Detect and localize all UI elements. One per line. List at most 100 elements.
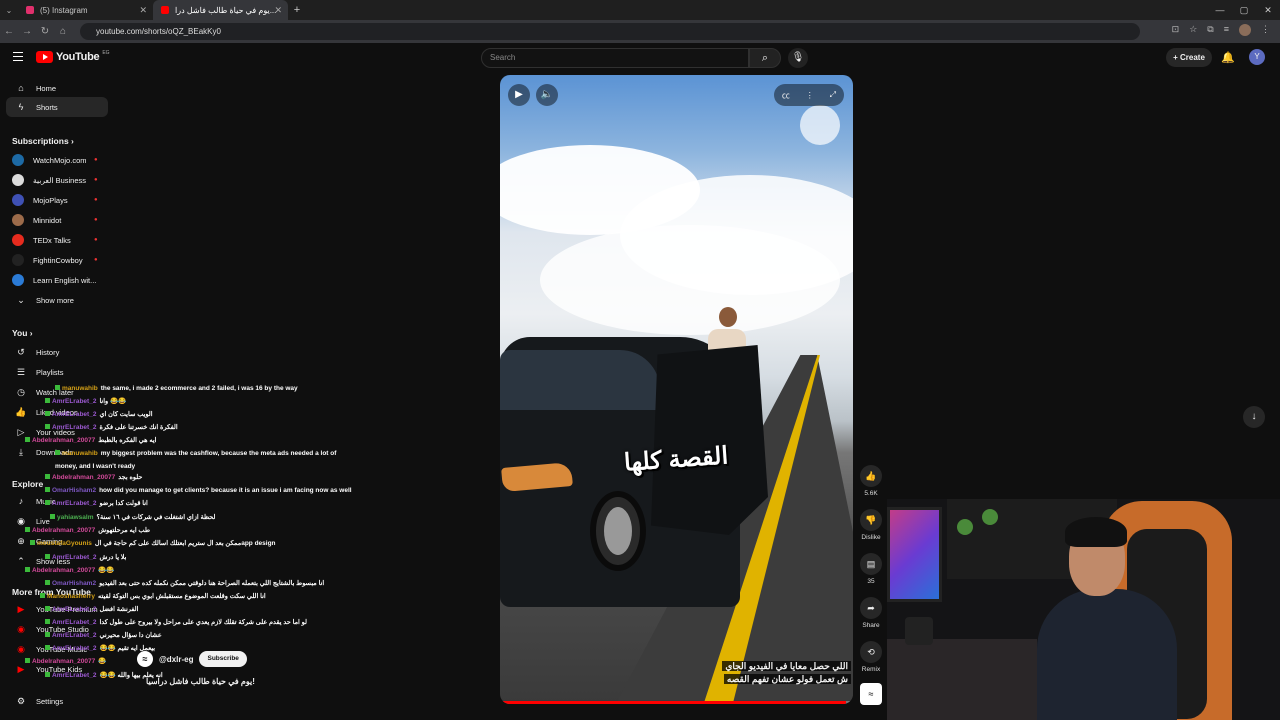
channel-name: Learn English wit...: [33, 275, 97, 285]
browser-right-icons: ⊡ ☆ ⧉ ≡ ⋮: [1172, 24, 1270, 36]
close-window-icon[interactable]: ✕: [1256, 0, 1280, 20]
mod-badge-icon: [45, 645, 50, 650]
chat-message: AmrELrabet_2 عشان دا سؤال محيرني: [45, 629, 162, 642]
minimize-icon[interactable]: —: [1208, 0, 1232, 20]
live-indicator-icon: ●: [94, 217, 98, 223]
sidebar-channel[interactable]: WatchMojo.com ●: [6, 150, 108, 170]
play-icon[interactable]: ▶: [508, 84, 530, 106]
thumbs-up-icon: 👍: [860, 465, 882, 487]
next-short-arrow-icon[interactable]: ↓: [1243, 406, 1265, 428]
channel-avatar: [12, 254, 24, 266]
microphone-icon[interactable]: 🎙: [788, 48, 808, 68]
channel-avatar-icon[interactable]: ≈: [137, 651, 153, 667]
mod-badge-icon: [25, 658, 30, 663]
tab-search-icon[interactable]: ⌄: [0, 6, 18, 15]
install-icon[interactable]: ⊡: [1172, 24, 1180, 36]
close-tab-icon[interactable]: ✕: [139, 5, 147, 16]
channel-avatar: [12, 194, 24, 206]
mod-badge-icon: [50, 514, 55, 519]
channel-avatar: [12, 214, 24, 226]
bookmark-star-icon[interactable]: ☆: [1189, 24, 1197, 36]
channel-thumb-action[interactable]: ≈: [858, 683, 884, 705]
you-title: You: [12, 328, 28, 338]
media-icon[interactable]: ≡: [1224, 24, 1229, 36]
youtube-logo[interactable]: YouTube EG: [36, 50, 110, 63]
dislike-action[interactable]: 👎 Dislike: [858, 509, 884, 541]
mod-badge-icon: [45, 487, 50, 492]
volume-icon[interactable]: 🔈: [536, 84, 558, 106]
you-heading[interactable]: You ›: [12, 328, 33, 338]
sidebar-channel[interactable]: Learn English wit...: [6, 270, 108, 290]
sidebar-channel[interactable]: MojoPlays ●: [6, 190, 108, 210]
channel-name: العربية Business: [33, 175, 87, 185]
menu-dots-icon[interactable]: ⋮: [1261, 24, 1270, 36]
mod-badge-icon: [55, 450, 60, 455]
sidebar-channel[interactable]: TEDx Talks ●: [6, 230, 108, 250]
like-action[interactable]: 👍 5.6K: [858, 465, 884, 497]
captions-icon[interactable]: ㏄: [782, 90, 790, 101]
playlists-icon: ☰: [16, 366, 26, 377]
monitor: [887, 507, 942, 602]
chat-username: AmrELrabet_2: [52, 619, 97, 626]
browser-profile-avatar[interactable]: [1239, 24, 1251, 36]
notifications-bell-icon[interactable]: 🔔: [1221, 51, 1235, 64]
search-icon[interactable]: ⌕: [749, 48, 781, 68]
remix-icon: ⟲: [860, 641, 882, 663]
sidebar-item-home[interactable]: ⌂ Home: [6, 78, 108, 98]
car-window: [500, 350, 660, 410]
chat-username: moustafaGyounis: [37, 540, 92, 547]
fullscreen-icon[interactable]: ⤢: [830, 90, 836, 100]
sidebar-channel[interactable]: Minnidot ●: [6, 210, 108, 230]
sidebar-channel[interactable]: العربية Business ●: [6, 170, 108, 190]
share-label: Share: [862, 622, 880, 629]
show-more-button[interactable]: ⌄ Show more: [6, 290, 108, 310]
hamburger-menu-icon[interactable]: [13, 52, 23, 61]
new-tab-button[interactable]: +: [288, 4, 306, 16]
live-indicator-icon: ●: [94, 197, 98, 203]
extensions-icon[interactable]: ⧉: [1207, 24, 1213, 36]
comment-count: 35: [867, 578, 875, 585]
sidebar-item-playlists[interactable]: ☰ Playlists: [6, 362, 108, 382]
maximize-icon[interactable]: ▢: [1232, 0, 1256, 20]
sidebar-channel[interactable]: FightinCowboy ●: [6, 250, 108, 270]
reload-icon[interactable]: ↻: [36, 26, 54, 37]
comments-action[interactable]: ▤ 35: [858, 553, 884, 585]
sidebar-item-shorts[interactable]: ϟ Shorts: [6, 97, 108, 117]
subscriptions-title: Subscriptions: [12, 136, 69, 146]
subscriptions-heading[interactable]: Subscriptions ›: [12, 136, 74, 146]
sidebar-item-label: Playlists: [36, 367, 64, 377]
car-door: [651, 345, 768, 535]
chat-username: AmrELrabet_2: [52, 632, 97, 639]
tab-youtube[interactable]: يوم في حياة طالب فاشل درا... ✕: [153, 0, 288, 20]
search-input[interactable]: Search: [481, 48, 749, 68]
streamer-hair: [1065, 517, 1127, 547]
account-avatar[interactable]: Y: [1249, 49, 1265, 65]
subscribe-button[interactable]: Subscribe: [199, 651, 247, 667]
tab-instagram[interactable]: (5) Instagram ✕: [18, 0, 153, 20]
video-top-controls: ㏄ ⋮ ⤢: [774, 84, 844, 106]
browser-toolbar: ← → ↻ ⌂ youtube.com/shorts/oQZ_BEakKy0 ⊡…: [0, 20, 1280, 43]
more-options-icon[interactable]: ⋮: [806, 91, 814, 100]
create-label: Create: [1180, 53, 1205, 62]
shorts-video-player[interactable]: القصة كلها ▶ 🔈 ㏄ ⋮ ⤢ اللي حصل معايا في ا…: [500, 75, 853, 704]
mod-badge-icon: [30, 540, 35, 545]
chat-text: 😂: [98, 658, 107, 665]
sidebar-item-history[interactable]: ↺ History: [6, 342, 108, 362]
share-action[interactable]: ➦ Share: [858, 597, 884, 629]
close-tab-icon[interactable]: ✕: [274, 5, 282, 16]
channel-handle[interactable]: @dxlr-eg: [159, 655, 193, 664]
chat-username: OmarHisham2: [52, 487, 97, 494]
address-bar[interactable]: youtube.com/shorts/oQZ_BEakKy0: [80, 23, 1140, 40]
chat-message: AmrELrabet_2 الويب سايت كان اي: [45, 408, 153, 421]
chat-username: manuwahib: [62, 385, 98, 392]
remix-action[interactable]: ⟲ Remix: [858, 641, 884, 673]
forward-icon[interactable]: →: [18, 26, 36, 37]
video-title[interactable]: يوم في حياة طالب فاشل دراسيا!: [146, 677, 255, 686]
home-button-icon[interactable]: ⌂: [54, 26, 72, 37]
video-caption: اللي حصل معايا في الفيديو الجاي ش تعمل ف…: [722, 660, 851, 686]
chat-message: Abdelrahman_20077 😂😂: [25, 564, 114, 577]
back-icon[interactable]: ←: [0, 26, 18, 37]
chat-text: لحظة ازاي اشتغلت في شركات في ١٦ سنة؟: [96, 514, 216, 521]
video-progress-bar[interactable]: [500, 701, 853, 704]
create-button[interactable]: + Create: [1166, 48, 1212, 67]
